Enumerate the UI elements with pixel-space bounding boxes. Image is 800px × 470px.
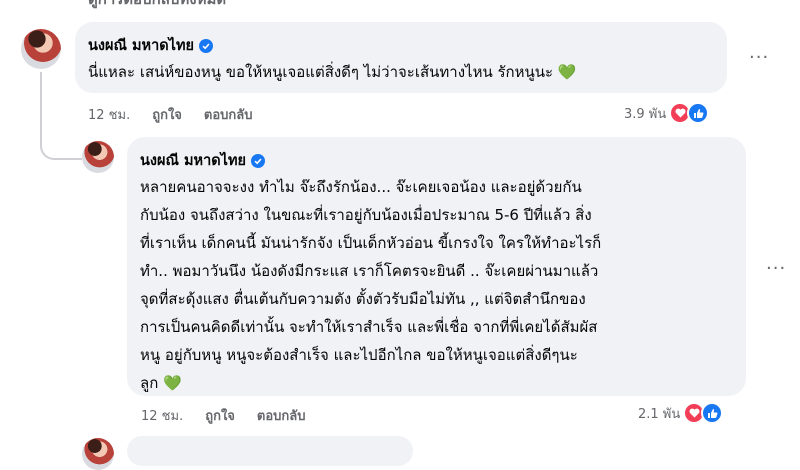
author-name[interactable]: นงผณี มหาดไทย — [140, 149, 246, 172]
comment-actions: 12 ชม. ถูกใจ ตอบกลับ — [88, 104, 253, 125]
comment-time[interactable]: 12 ชม. — [88, 104, 130, 125]
reply-button[interactable]: ตอบกลับ — [257, 405, 306, 426]
view-all-replies-link[interactable]: ดูการตอบกลับทั้งหมด — [88, 0, 226, 11]
reaction-count: 3.9 พัน — [624, 106, 667, 122]
comment-actions: 12 ชม. ถูกใจ ตอบกลับ — [141, 405, 306, 426]
author-name[interactable]: นงผณี มหาดไทย — [88, 34, 194, 57]
comment-text-line: กับน้อง จนถึงสว่าง ในขณะที่เราอยู่กับน้อ… — [140, 206, 592, 224]
more-options-icon[interactable]: ··· — [749, 47, 769, 68]
avatar[interactable] — [82, 438, 114, 470]
thread-connector — [40, 120, 82, 160]
comment-bubble — [127, 436, 413, 466]
like-button[interactable]: ถูกใจ — [205, 405, 235, 426]
avatar[interactable] — [82, 141, 114, 173]
avatar[interactable] — [21, 29, 61, 69]
comment-text: หลายคนอาจจะงง ทำไม จ๊ะถึงรักน้อง... จ๊ะเ… — [140, 173, 601, 397]
comment-text-line: ที่เราเห็น เด็กคนนี้ มันน่ารักจัง เป็นเด… — [140, 234, 602, 252]
comment-text-line: ทำ.. พอมาวันนึง น้องดังมีกระแส เราก็โคตร… — [140, 262, 599, 280]
reaction-summary[interactable]: 3.9 พัน — [624, 102, 710, 124]
reaction-summary[interactable]: 2.1 พัน — [638, 402, 724, 424]
verified-badge-icon — [251, 153, 266, 168]
comment-text-line: นี่แหละ เสน่ห์ของหนู ขอให้หนูเจอแต่สิ่งด… — [88, 63, 577, 81]
comment-author[interactable]: นงผณี มหาดไทย — [140, 149, 266, 172]
comment-time[interactable]: 12 ชม. — [141, 405, 183, 426]
more-options-icon[interactable]: ··· — [766, 258, 786, 279]
like-button[interactable]: ถูกใจ — [152, 104, 182, 125]
comment-author[interactable]: นงผณี มหาดไทย — [88, 34, 214, 57]
verified-badge-icon — [199, 38, 214, 53]
comment-bubble: นงผณี มหาดไทย หลายคนอาจจะงง ทำไม จ๊ะถึงร… — [127, 137, 746, 396]
reply-button[interactable]: ตอบกลับ — [204, 104, 253, 125]
comment-text-line: หลายคนอาจจะงง ทำไม จ๊ะถึงรักน้อง... จ๊ะเ… — [140, 178, 582, 196]
comment-text: นี่แหละ เสน่ห์ของหนู ขอให้หนูเจอแต่สิ่งด… — [88, 58, 577, 86]
reaction-count: 2.1 พัน — [638, 406, 681, 422]
comment-text-line: หนู อยู่กับหนู หนูจะต้องสำเร็จ และไปอีกไ… — [140, 346, 578, 364]
comment-text-line: ลูก 💚 — [140, 374, 182, 392]
like-reaction-icon — [687, 102, 710, 124]
like-reaction-icon — [701, 402, 724, 424]
comment-text-line: การเป็นคนคิดดีเท่านั้น จะทำให้เราสำเร็จ … — [140, 318, 598, 336]
comment-bubble: นงผณี มหาดไทย นี่แหละ เสน่ห์ของหนู ขอให้… — [75, 22, 727, 93]
comment-text-line: จุดที่สะดุ้งแสง ตื่นเต้นกับความดัง ตั้งต… — [140, 290, 586, 308]
